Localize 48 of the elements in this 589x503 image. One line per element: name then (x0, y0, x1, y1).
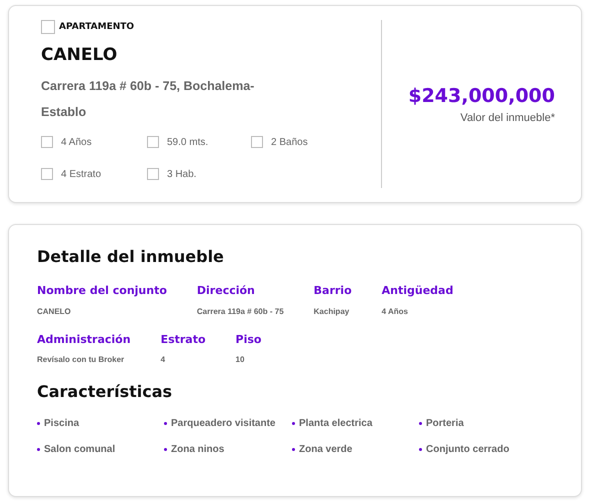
feature-label: Zona ninos (171, 443, 224, 457)
bullet-icon (419, 422, 422, 425)
detail-label: Barrio (314, 283, 352, 299)
property-address: Carrera 119a # 60b - 75, Bochalema-Establo (41, 78, 256, 120)
feature-label: Piscina (44, 417, 80, 431)
checkbox[interactable] (147, 168, 159, 180)
checkbox[interactable] (41, 20, 55, 34)
detail-value: Carrera 119a # 60b - 75 (196, 306, 284, 318)
detail-value: CANELO (37, 306, 72, 318)
checkbox[interactable] (251, 136, 263, 148)
fact-label: 4 Años (61, 136, 92, 150)
feature-label: Porteria (426, 417, 464, 431)
feature-label: Parqueadero visitante (171, 417, 276, 431)
bullet-icon (164, 448, 167, 451)
feature-label: Zona verde (299, 443, 352, 457)
fact-label: 2 Baños (271, 136, 308, 150)
detail-value: Kachipay (314, 306, 350, 318)
bullet-icon (164, 422, 167, 425)
checkbox[interactable] (41, 136, 53, 148)
detail-value: 4 Años (382, 306, 409, 318)
fact-label: 4 Estrato (61, 168, 102, 182)
property-price: $243,000,000 (408, 84, 555, 108)
feature-label: Conjunto cerrado (426, 443, 510, 457)
detail-value: 10 (236, 354, 246, 366)
detail-label: Dirección (196, 283, 256, 299)
bullet-icon (37, 448, 40, 451)
bullet-icon (292, 448, 295, 451)
property-name: CANELO (41, 44, 118, 67)
bullet-icon (292, 422, 295, 425)
detail-value: 4 (160, 354, 166, 366)
bullet-icon (419, 448, 422, 451)
detail-label: Nombre del conjunto (37, 283, 167, 299)
bullet-icon (37, 422, 40, 425)
detail-label: Antigüedad (382, 283, 454, 299)
checkbox[interactable] (147, 136, 159, 148)
feature-label: Salon comunal (44, 443, 116, 457)
fact-label: 3 Hab. (167, 168, 196, 182)
detail-value: Revísalo con tu Broker (37, 354, 126, 366)
checkbox[interactable] (41, 168, 53, 180)
fact-label: 59.0 mts. (167, 136, 208, 150)
section-title: Características (37, 381, 174, 403)
detail-label: Administración (37, 332, 131, 348)
feature-label: Planta electrica (299, 417, 372, 431)
detail-label: Piso (236, 332, 262, 348)
section-title: Detalle del inmueble (37, 246, 225, 268)
price-label: Valor del inmueble* (460, 111, 555, 126)
property-type: APARTAMENTO (59, 20, 134, 34)
detail-label: Estrato (160, 332, 206, 348)
